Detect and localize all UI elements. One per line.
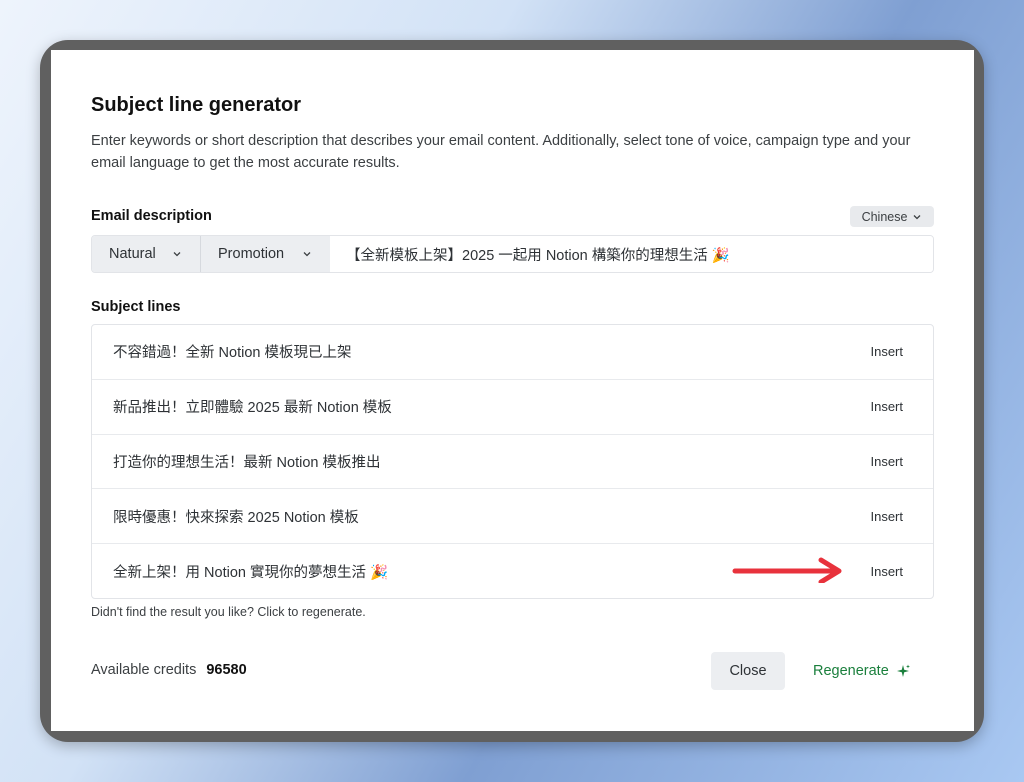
chevron-down-icon bbox=[303, 252, 311, 257]
subject-line-text: 全新上架！用 Notion 實現你的夢想生活 🎉 bbox=[113, 565, 389, 582]
subject-line-text: 限時優惠！快來探索 2025 Notion 模板 bbox=[113, 509, 359, 526]
campaign-type-select[interactable]: Promotion bbox=[201, 236, 330, 272]
list-item: 新品推出！立即體驗 2025 最新 Notion 模板 Insert bbox=[92, 380, 933, 435]
language-select[interactable]: Chinese bbox=[850, 206, 934, 227]
email-description-input[interactable] bbox=[330, 236, 933, 272]
subject-line-text: 不容錯過！全新 Notion 模板現已上架 bbox=[113, 345, 352, 362]
subject-line-text: 新品推出！立即體驗 2025 最新 Notion 模板 bbox=[113, 400, 392, 417]
tone-select[interactable]: Natural bbox=[92, 236, 201, 272]
insert-button[interactable]: Insert bbox=[870, 344, 903, 359]
subject-line-modal: Subject line generator Enter keywords or… bbox=[51, 50, 974, 731]
insert-button[interactable]: Insert bbox=[870, 509, 903, 524]
tone-value: Natural bbox=[109, 246, 156, 262]
language-value: Chinese bbox=[861, 209, 908, 224]
email-description-label: Email description bbox=[91, 208, 212, 224]
close-button[interactable]: Close bbox=[711, 652, 785, 690]
campaign-type-value: Promotion bbox=[218, 246, 285, 262]
email-description-row: Natural Promotion bbox=[91, 235, 934, 273]
credits-display: Available credits 96580 bbox=[91, 662, 247, 678]
regenerate-hint: Didn't find the result you like? Click t… bbox=[91, 605, 366, 619]
credits-value: 96580 bbox=[206, 662, 247, 678]
modal-title: Subject line generator bbox=[91, 94, 302, 116]
subject-line-text: 打造你的理想生活！最新 Notion 模板推出 bbox=[113, 454, 381, 471]
insert-button[interactable]: Insert bbox=[870, 399, 903, 414]
chevron-down-icon bbox=[913, 214, 921, 219]
regenerate-label: Regenerate bbox=[813, 663, 889, 679]
regenerate-button[interactable]: Regenerate bbox=[803, 652, 920, 690]
list-item: 打造你的理想生活！最新 Notion 模板推出 Insert bbox=[92, 435, 933, 490]
insert-button[interactable]: Insert bbox=[870, 454, 903, 469]
list-item: 限時優惠！快來探索 2025 Notion 模板 Insert bbox=[92, 489, 933, 545]
sparkle-icon bbox=[896, 664, 910, 677]
modal-description: Enter keywords or short description that… bbox=[91, 133, 911, 171]
chevron-down-icon bbox=[173, 252, 181, 257]
insert-button[interactable]: Insert bbox=[870, 564, 903, 579]
subject-lines-label: Subject lines bbox=[91, 299, 181, 315]
list-item: 不容錯過！全新 Notion 模板現已上架 Insert bbox=[92, 325, 933, 380]
arrow-right-icon bbox=[732, 557, 842, 583]
credits-label: Available credits bbox=[91, 662, 197, 678]
